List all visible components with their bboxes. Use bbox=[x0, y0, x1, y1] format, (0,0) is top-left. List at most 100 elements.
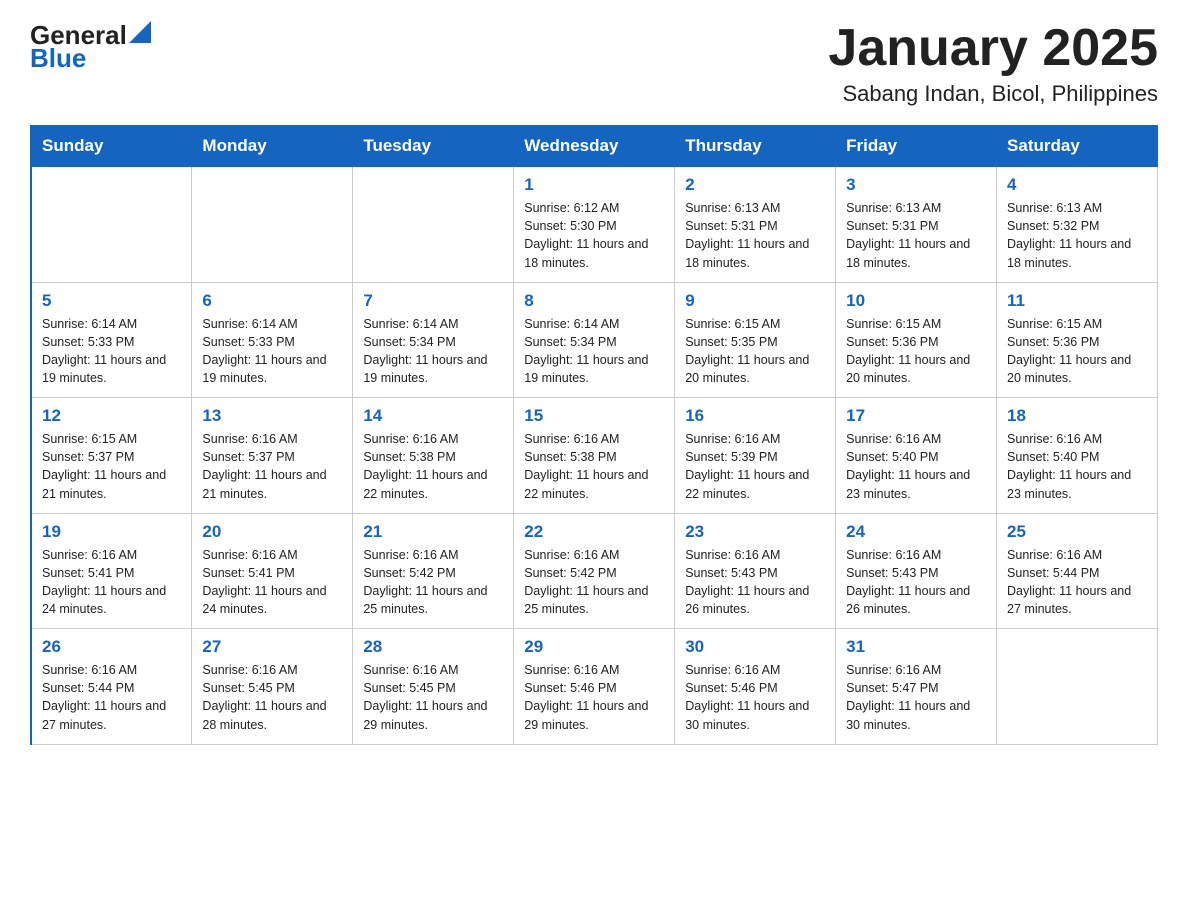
day-info: Sunrise: 6:15 AM Sunset: 5:36 PM Dayligh… bbox=[846, 315, 986, 388]
day-info: Sunrise: 6:16 AM Sunset: 5:42 PM Dayligh… bbox=[363, 546, 503, 619]
day-info: Sunrise: 6:16 AM Sunset: 5:43 PM Dayligh… bbox=[846, 546, 986, 619]
day-info: Sunrise: 6:16 AM Sunset: 5:42 PM Dayligh… bbox=[524, 546, 664, 619]
calendar-cell: 25 Sunrise: 6:16 AM Sunset: 5:44 PM Dayli… bbox=[997, 513, 1158, 629]
day-number: 6 bbox=[202, 291, 342, 311]
day-number: 12 bbox=[42, 406, 181, 426]
calendar-cell: 31 Sunrise: 6:16 AM Sunset: 5:47 PM Dayli… bbox=[836, 629, 997, 745]
calendar-cell: 19Sunrise: 6:16 AM Sunset: 5:41 PM Dayli… bbox=[31, 513, 192, 629]
calendar-cell: 21 Sunrise: 6:16 AM Sunset: 5:42 PM Dayli… bbox=[353, 513, 514, 629]
day-info: Sunrise: 6:16 AM Sunset: 5:44 PM Dayligh… bbox=[1007, 546, 1147, 619]
logo: General Blue bbox=[30, 20, 151, 74]
day-info: Sunrise: 6:16 AM Sunset: 5:40 PM Dayligh… bbox=[1007, 430, 1147, 503]
day-number: 9 bbox=[685, 291, 825, 311]
calendar-cell: 29Sunrise: 6:16 AM Sunset: 5:46 PM Dayli… bbox=[514, 629, 675, 745]
calendar-cell: 30 Sunrise: 6:16 AM Sunset: 5:46 PM Dayli… bbox=[675, 629, 836, 745]
calendar-cell: 6Sunrise: 6:14 AM Sunset: 5:33 PM Daylig… bbox=[192, 282, 353, 398]
day-number: 23 bbox=[685, 522, 825, 542]
day-info: Sunrise: 6:16 AM Sunset: 5:39 PM Dayligh… bbox=[685, 430, 825, 503]
header-monday: Monday bbox=[192, 126, 353, 167]
calendar-cell: 24 Sunrise: 6:16 AM Sunset: 5:43 PM Dayli… bbox=[836, 513, 997, 629]
day-info: Sunrise: 6:16 AM Sunset: 5:38 PM Dayligh… bbox=[524, 430, 664, 503]
day-number: 31 bbox=[846, 637, 986, 657]
day-number: 19 bbox=[42, 522, 181, 542]
day-number: 5 bbox=[42, 291, 181, 311]
day-info: Sunrise: 6:13 AM Sunset: 5:32 PM Dayligh… bbox=[1007, 199, 1147, 272]
day-number: 28 bbox=[363, 637, 503, 657]
calendar-cell: 22Sunrise: 6:16 AM Sunset: 5:42 PM Dayli… bbox=[514, 513, 675, 629]
header-tuesday: Tuesday bbox=[353, 126, 514, 167]
calendar-table: SundayMondayTuesdayWednesdayThursdayFrid… bbox=[30, 125, 1158, 745]
day-info: Sunrise: 6:16 AM Sunset: 5:44 PM Dayligh… bbox=[42, 661, 181, 734]
day-number: 20 bbox=[202, 522, 342, 542]
week-row-2: 12 Sunrise: 6:15 AM Sunset: 5:37 PM Dayli… bbox=[31, 398, 1158, 514]
calendar-cell: 10Sunrise: 6:15 AM Sunset: 5:36 PM Dayli… bbox=[836, 282, 997, 398]
day-number: 24 bbox=[846, 522, 986, 542]
day-info: Sunrise: 6:16 AM Sunset: 5:40 PM Dayligh… bbox=[846, 430, 986, 503]
calendar-cell: 14 Sunrise: 6:16 AM Sunset: 5:38 PM Dayli… bbox=[353, 398, 514, 514]
calendar-cell: 15 Sunrise: 6:16 AM Sunset: 5:38 PM Dayli… bbox=[514, 398, 675, 514]
calendar-cell: 20 Sunrise: 6:16 AM Sunset: 5:41 PM Dayli… bbox=[192, 513, 353, 629]
location-title: Sabang Indan, Bicol, Philippines bbox=[828, 81, 1158, 107]
calendar-cell: 13 Sunrise: 6:16 AM Sunset: 5:37 PM Dayli… bbox=[192, 398, 353, 514]
header-friday: Friday bbox=[836, 126, 997, 167]
day-info: Sunrise: 6:12 AM Sunset: 5:30 PM Dayligh… bbox=[524, 199, 664, 272]
week-row-1: 5 Sunrise: 6:14 AM Sunset: 5:33 PM Daylig… bbox=[31, 282, 1158, 398]
day-number: 7 bbox=[363, 291, 503, 311]
day-number: 29 bbox=[524, 637, 664, 657]
day-info: Sunrise: 6:16 AM Sunset: 5:47 PM Dayligh… bbox=[846, 661, 986, 734]
day-info: Sunrise: 6:16 AM Sunset: 5:43 PM Dayligh… bbox=[685, 546, 825, 619]
page-header: General Blue January 2025 Sabang Indan, … bbox=[30, 20, 1158, 107]
day-number: 4 bbox=[1007, 175, 1147, 195]
header-wednesday: Wednesday bbox=[514, 126, 675, 167]
day-number: 2 bbox=[685, 175, 825, 195]
calendar-cell: 9 Sunrise: 6:15 AM Sunset: 5:35 PM Daylig… bbox=[675, 282, 836, 398]
day-number: 30 bbox=[685, 637, 825, 657]
calendar-cell: 17 Sunrise: 6:16 AM Sunset: 5:40 PM Dayli… bbox=[836, 398, 997, 514]
day-number: 13 bbox=[202, 406, 342, 426]
week-row-4: 26 Sunrise: 6:16 AM Sunset: 5:44 PM Dayli… bbox=[31, 629, 1158, 745]
day-number: 16 bbox=[685, 406, 825, 426]
calendar-cell: 5 Sunrise: 6:14 AM Sunset: 5:33 PM Daylig… bbox=[31, 282, 192, 398]
calendar-cell: 7 Sunrise: 6:14 AM Sunset: 5:34 PM Daylig… bbox=[353, 282, 514, 398]
calendar-cell: 12 Sunrise: 6:15 AM Sunset: 5:37 PM Dayli… bbox=[31, 398, 192, 514]
calendar-cell bbox=[997, 629, 1158, 745]
day-info: Sunrise: 6:16 AM Sunset: 5:41 PM Dayligh… bbox=[202, 546, 342, 619]
day-info: Sunrise: 6:14 AM Sunset: 5:33 PM Dayligh… bbox=[42, 315, 181, 388]
day-number: 15 bbox=[524, 406, 664, 426]
day-number: 25 bbox=[1007, 522, 1147, 542]
day-info: Sunrise: 6:14 AM Sunset: 5:34 PM Dayligh… bbox=[524, 315, 664, 388]
calendar-cell: 26 Sunrise: 6:16 AM Sunset: 5:44 PM Dayli… bbox=[31, 629, 192, 745]
day-info: Sunrise: 6:13 AM Sunset: 5:31 PM Dayligh… bbox=[846, 199, 986, 272]
day-number: 26 bbox=[42, 637, 181, 657]
title-block: January 2025 Sabang Indan, Bicol, Philip… bbox=[828, 20, 1158, 107]
day-info: Sunrise: 6:16 AM Sunset: 5:38 PM Dayligh… bbox=[363, 430, 503, 503]
day-number: 18 bbox=[1007, 406, 1147, 426]
day-number: 27 bbox=[202, 637, 342, 657]
week-row-0: 1Sunrise: 6:12 AM Sunset: 5:30 PM Daylig… bbox=[31, 167, 1158, 283]
calendar-body: 1Sunrise: 6:12 AM Sunset: 5:30 PM Daylig… bbox=[31, 167, 1158, 745]
header-thursday: Thursday bbox=[675, 126, 836, 167]
day-info: Sunrise: 6:16 AM Sunset: 5:37 PM Dayligh… bbox=[202, 430, 342, 503]
day-info: Sunrise: 6:14 AM Sunset: 5:34 PM Dayligh… bbox=[363, 315, 503, 388]
calendar-cell: 8Sunrise: 6:14 AM Sunset: 5:34 PM Daylig… bbox=[514, 282, 675, 398]
day-info: Sunrise: 6:15 AM Sunset: 5:35 PM Dayligh… bbox=[685, 315, 825, 388]
calendar-header: SundayMondayTuesdayWednesdayThursdayFrid… bbox=[31, 126, 1158, 167]
day-number: 14 bbox=[363, 406, 503, 426]
calendar-cell: 1Sunrise: 6:12 AM Sunset: 5:30 PM Daylig… bbox=[514, 167, 675, 283]
day-number: 11 bbox=[1007, 291, 1147, 311]
calendar-cell: 16 Sunrise: 6:16 AM Sunset: 5:39 PM Dayli… bbox=[675, 398, 836, 514]
calendar-cell: 27 Sunrise: 6:16 AM Sunset: 5:45 PM Dayli… bbox=[192, 629, 353, 745]
week-row-3: 19 Sunrise: 6:16 AM Sunset: 5:41 PM Dayli… bbox=[31, 513, 1158, 629]
day-info: Sunrise: 6:15 AM Sunset: 5:36 PM Dayligh… bbox=[1007, 315, 1147, 388]
day-info: Sunrise: 6:16 AM Sunset: 5:45 PM Dayligh… bbox=[202, 661, 342, 734]
header-sunday: Sunday bbox=[31, 126, 192, 167]
day-info: Sunrise: 6:16 AM Sunset: 5:46 PM Dayligh… bbox=[685, 661, 825, 734]
day-number: 17 bbox=[846, 406, 986, 426]
day-info: Sunrise: 6:15 AM Sunset: 5:37 PM Dayligh… bbox=[42, 430, 181, 503]
day-number: 3 bbox=[846, 175, 986, 195]
month-title: January 2025 bbox=[828, 20, 1158, 77]
calendar-cell bbox=[31, 167, 192, 283]
calendar-cell: 3 Sunrise: 6:13 AM Sunset: 5:31 PM Daylig… bbox=[836, 167, 997, 283]
day-number: 21 bbox=[363, 522, 503, 542]
calendar-cell: 18 Sunrise: 6:16 AM Sunset: 5:40 PM Dayli… bbox=[997, 398, 1158, 514]
